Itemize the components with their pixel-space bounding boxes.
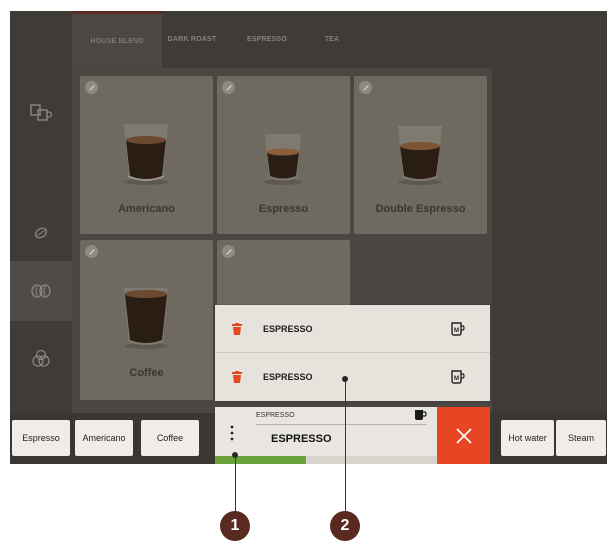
svg-text:M: M <box>454 376 459 382</box>
espresso-cup-icon <box>264 134 302 185</box>
edit-badge[interactable] <box>222 81 235 94</box>
mug-icon: M <box>451 370 465 384</box>
queue-item-label: ESPRESSO <box>263 372 313 382</box>
pencil-icon <box>225 248 232 255</box>
sidebar-item-cups[interactable] <box>10 88 72 138</box>
queue-item[interactable]: ESPRESSO M <box>215 305 490 352</box>
brew-progress-bar <box>215 456 437 464</box>
queue-item[interactable]: ESPRESSO M <box>215 352 490 401</box>
queue-item-label: ESPRESSO <box>263 323 313 334</box>
coffee-bean-icon <box>34 227 48 239</box>
shortcut-coffee-button[interactable]: Coffee <box>141 420 199 456</box>
sidebar-item-beans-pair[interactable] <box>10 261 72 321</box>
beans-pair-icon <box>31 284 51 298</box>
shortcut-hot-water-button[interactable]: Hot water <box>501 420 554 456</box>
mug-icon: M <box>451 321 465 336</box>
product-label: Americano <box>118 203 175 215</box>
shortcut-americano-button[interactable]: Americano <box>75 420 133 456</box>
product-tile-double-espresso[interactable]: Double Espresso <box>354 76 487 234</box>
pencil-icon <box>88 84 95 91</box>
divider <box>256 424 427 425</box>
cups-icon <box>30 104 52 121</box>
bean-bag-icon <box>32 349 50 367</box>
product-tile-espresso[interactable]: Espresso <box>217 76 350 234</box>
svg-text:M: M <box>454 328 459 334</box>
sidebar-item-bean[interactable] <box>10 208 72 258</box>
product-label: Espresso <box>258 203 309 215</box>
cancel-brew-button[interactable] <box>437 407 490 464</box>
sidebar <box>10 68 72 413</box>
active-brew-card: ESPRESSO ESPRESSO <box>215 407 437 464</box>
mug-filled-icon <box>415 410 427 420</box>
americano-cup-icon <box>124 124 168 185</box>
callout-2-dot <box>342 376 348 382</box>
product-tile-empty[interactable] <box>217 240 350 315</box>
tab-tea[interactable]: TEA <box>312 11 352 68</box>
shortcut-espresso-button[interactable]: Espresso <box>12 420 70 456</box>
pencil-icon <box>362 84 369 91</box>
pencil-icon <box>225 84 232 91</box>
coffee-cup-icon <box>124 288 168 349</box>
edit-badge[interactable] <box>222 245 235 258</box>
double-espresso-cup-icon <box>398 126 442 185</box>
edit-badge[interactable] <box>359 81 372 94</box>
product-tile-coffee[interactable]: Coffee <box>80 240 213 400</box>
trash-icon[interactable] <box>232 322 242 335</box>
pencil-icon <box>88 248 95 255</box>
callout-2-line <box>345 379 346 512</box>
category-tabs: HOUSE BLEND DARK ROAST ESPRESSO TEA <box>72 11 352 68</box>
callout-1: 1 <box>220 511 250 541</box>
active-brew-name: ESPRESSO <box>271 433 332 445</box>
more-options-icon[interactable] <box>229 425 235 441</box>
callout-1-dot <box>232 452 238 458</box>
shortcut-steam-button[interactable]: Steam <box>556 420 606 456</box>
product-label: Coffee <box>129 367 164 379</box>
sidebar-item-bean-bag[interactable] <box>10 334 72 384</box>
product-label: Double Espresso <box>375 203 466 215</box>
tab-dark-roast[interactable]: DARK ROAST <box>162 11 222 68</box>
callout-1-line <box>235 455 236 512</box>
tab-espresso[interactable]: ESPRESSO <box>222 11 312 68</box>
brew-progress-fill <box>215 456 306 464</box>
callout-2: 2 <box>330 511 360 541</box>
edit-badge[interactable] <box>85 245 98 258</box>
trash-icon[interactable] <box>232 371 242 383</box>
queue-panel: ESPRESSO M ESPRESSO M <box>215 305 490 401</box>
active-brew-small-label: ESPRESSO <box>256 412 295 419</box>
product-tile-americano[interactable]: Americano <box>80 76 213 234</box>
edit-badge[interactable] <box>85 81 98 94</box>
close-icon <box>455 427 472 444</box>
right-panel <box>492 68 607 413</box>
tab-house-blend[interactable]: HOUSE BLEND <box>72 11 162 68</box>
